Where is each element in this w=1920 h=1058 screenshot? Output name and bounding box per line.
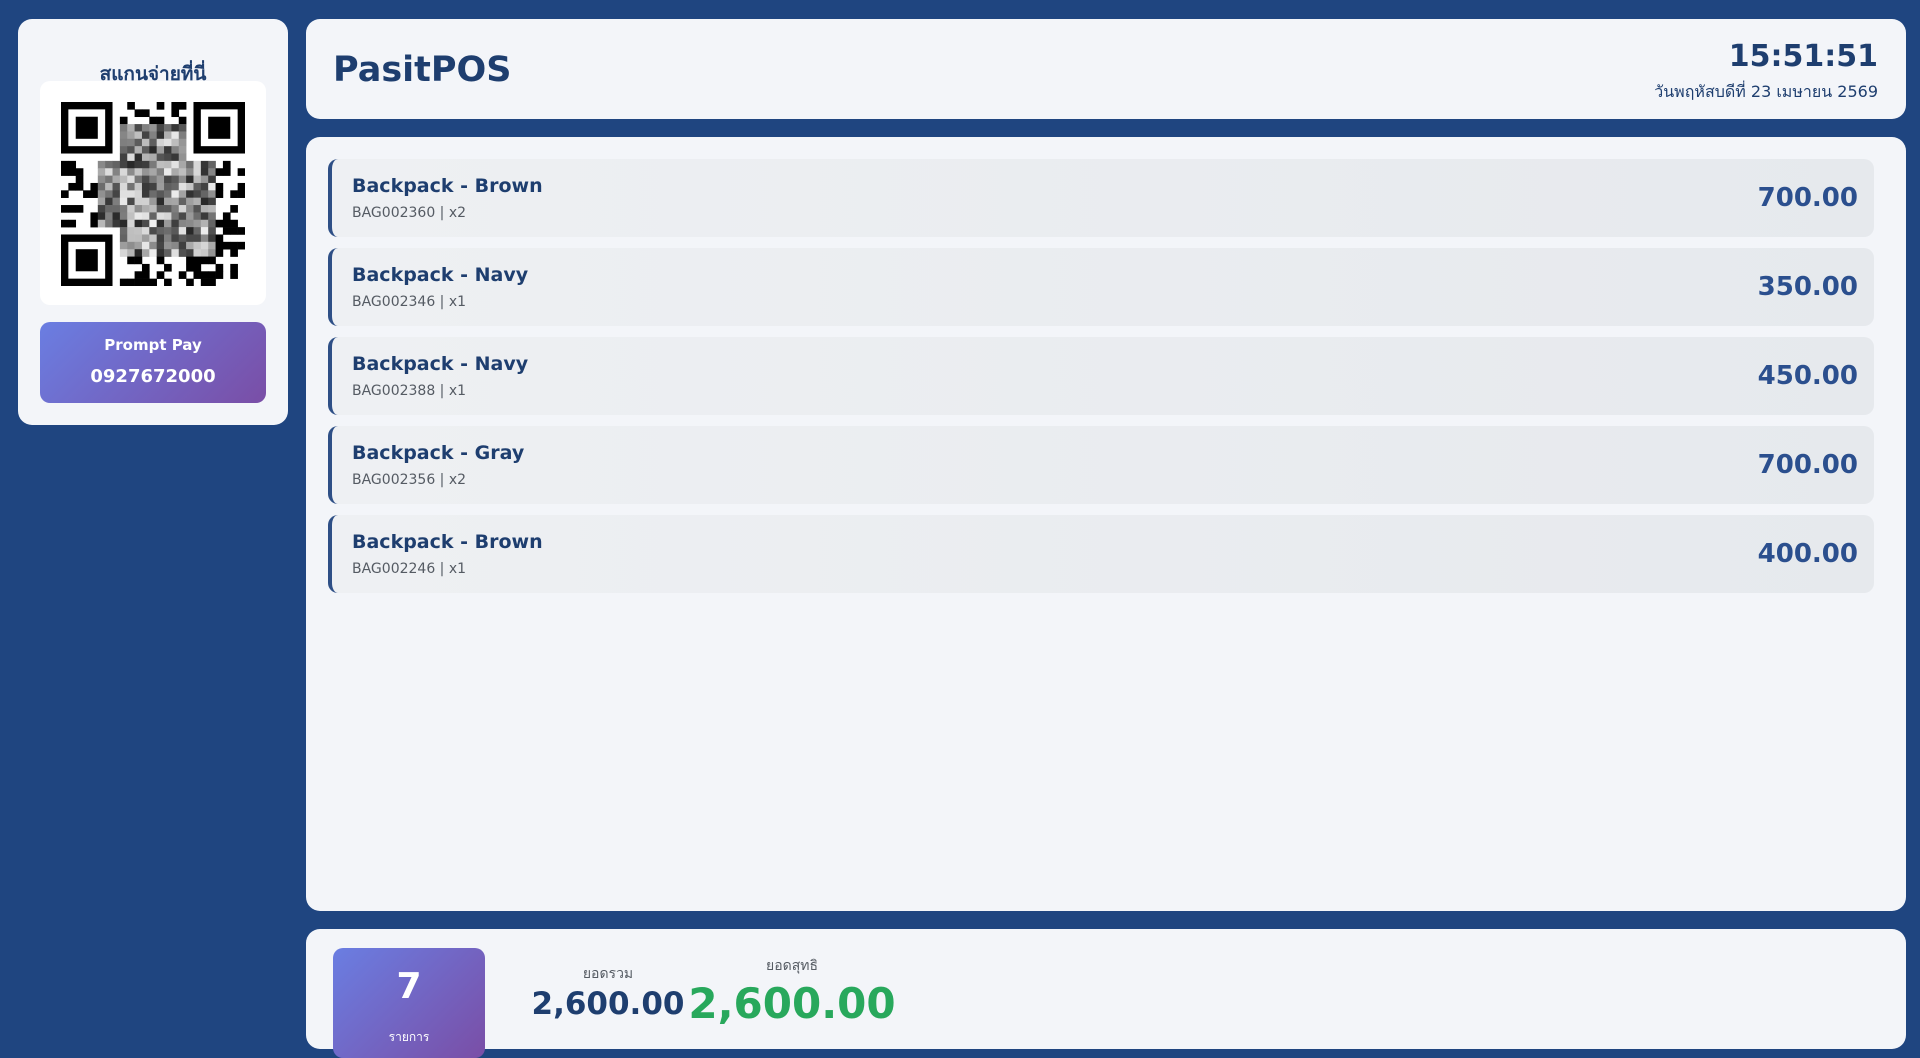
date-label: วันพฤหัสบดีที่ 23 เมษายน 2569 <box>1654 82 1878 101</box>
item-price: 450.00 <box>1757 361 1858 391</box>
list-item[interactable]: Backpack - Navy BAG002388 | x1 450.00 <box>328 337 1874 415</box>
item-sku-qty: BAG002360 | x2 <box>352 205 467 221</box>
promptpay-card: Prompt Pay 0927672000 <box>40 322 266 403</box>
total-label: ยอดรวม <box>582 966 634 982</box>
list-item[interactable]: Backpack - Brown BAG002246 | x1 400.00 <box>328 515 1874 593</box>
item-name: Backpack - Brown <box>352 175 543 197</box>
item-sku-qty: BAG002388 | x1 <box>352 383 467 399</box>
item-price: 700.00 <box>1757 183 1858 213</box>
item-count-badge: 7 รายการ <box>333 948 485 1058</box>
clock: 15:51:51 <box>1728 39 1878 74</box>
list-item[interactable]: Backpack - Gray BAG002356 | x2 700.00 <box>328 426 1874 504</box>
net-total-label: ยอดสุทธิ <box>765 958 819 974</box>
item-sku-qty: BAG002246 | x1 <box>352 561 467 577</box>
list-item[interactable]: Backpack - Brown BAG002360 | x2 700.00 <box>328 159 1874 237</box>
net-total-value: 2,600.00 <box>688 979 896 1028</box>
item-name: Backpack - Navy <box>352 264 529 286</box>
item-name: Backpack - Navy <box>352 353 529 375</box>
item-price: 400.00 <box>1757 539 1858 569</box>
item-count: 7 <box>396 966 422 1007</box>
item-name: Backpack - Gray <box>352 442 525 464</box>
item-sku-qty: BAG002346 | x1 <box>352 294 467 310</box>
qr-code-icon <box>61 102 245 286</box>
item-name: Backpack - Brown <box>352 531 543 553</box>
item-price: 350.00 <box>1757 272 1858 302</box>
summary-bar: 7 รายการ ยอดรวม 2,600.00 ยอดสุทธิ 2,600.… <box>306 929 1906 1058</box>
qr-code-container <box>40 81 266 305</box>
list-item[interactable]: Backpack - Navy BAG002346 | x1 350.00 <box>328 248 1874 326</box>
item-sku-qty: BAG002356 | x2 <box>352 472 467 488</box>
payment-panel: สแกนจ่ายที่นี่ Prompt Pay 0927672000 <box>18 19 288 425</box>
promptpay-label: Prompt Pay <box>104 336 202 354</box>
brand-title: PasitPOS <box>333 50 512 90</box>
promptpay-phone: 0927672000 <box>90 366 216 387</box>
total-value: 2,600.00 <box>531 986 685 1022</box>
header-bar: PasitPOS 15:51:51 วันพฤหัสบดีที่ 23 เมษา… <box>306 19 1906 119</box>
item-price: 700.00 <box>1757 450 1858 480</box>
item-count-label: รายการ <box>388 1030 430 1044</box>
item-list: Backpack - Brown BAG002360 | x2 700.00 B… <box>306 137 1906 911</box>
